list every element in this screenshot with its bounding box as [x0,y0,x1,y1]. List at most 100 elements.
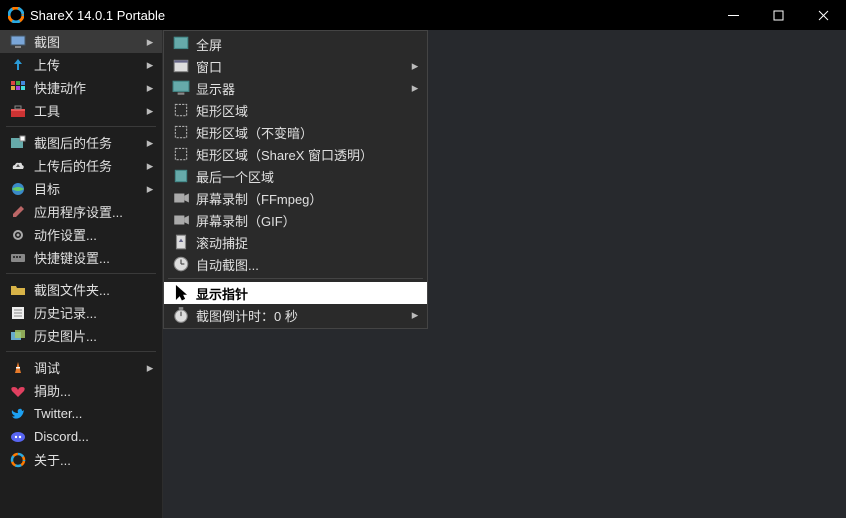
region-icon [172,102,190,118]
submenu-item-label: 截图倒计时：0 秒 [196,306,409,325]
capture-submenu: 全屏 窗口 ▸ 显示器 ▸ 矩形区域 矩形区域（不变暗） 矩形区域（ShareX… [163,30,428,329]
chevron-right-icon: ▸ [144,80,156,96]
submenu-item-countdown[interactable]: 截图倒计时：0 秒 ▸ [164,304,427,326]
task-image-icon [10,135,26,151]
submenu-item-region[interactable]: 矩形区域 [164,99,427,121]
submenu-item-label: 滚动捕捉 [196,233,421,252]
submenu-item-auto-capture[interactable]: 自动截图... [164,253,427,275]
twitter-icon [10,406,26,422]
sidebar-item-about[interactable]: 关于... [0,448,162,471]
chevron-right-icon: ▸ [409,58,421,74]
chevron-right-icon: ▸ [409,80,421,96]
submenu-item-screen-record-gif[interactable]: 屏幕录制（GIF） [164,209,427,231]
submenu-item-label: 矩形区域 [196,101,421,120]
sharex-mini-icon [10,452,26,468]
sidebar-item-label: 截图 [34,32,144,51]
sidebar-item-screenshots-folder[interactable]: 截图文件夹... [0,278,162,301]
sidebar-item-discord[interactable]: Discord... [0,425,162,448]
monitor-icon [10,34,26,50]
submenu-item-label: 显示器 [196,79,409,98]
submenu-item-last-region[interactable]: 最后一个区域 [164,165,427,187]
sidebar-item-hotkey-settings[interactable]: 快捷键设置... [0,246,162,269]
grid-icon [10,80,26,96]
timer-icon [172,307,190,323]
sidebar-item-label: 快捷动作 [34,78,144,97]
folder-image-icon [10,282,26,298]
sidebar-item-label: 历史记录... [34,303,156,322]
submenu-item-label: 屏幕录制（FFmpeg） [196,189,421,208]
submenu-item-window[interactable]: 窗口 ▸ [164,55,427,77]
submenu-item-show-cursor[interactable]: 显示指针 [164,282,427,304]
sidebar-item-debug[interactable]: 调试 ▸ [0,356,162,379]
record-icon [172,190,190,206]
submenu-item-fullscreen[interactable]: 全屏 [164,33,427,55]
submenu-item-label: 矩形区域（ShareX 窗口透明） [196,145,421,164]
globe-icon [10,181,26,197]
cursor-icon [172,285,190,301]
sidebar-item-donate[interactable]: 捐助... [0,379,162,402]
submenu-item-scrolling-capture[interactable]: 滚动捕捉 [164,231,427,253]
submenu-item-label: 矩形区域（不变暗） [196,123,421,142]
sidebar-item-label: Twitter... [34,406,156,421]
heart-icon [10,383,26,399]
sidebar-item-destinations[interactable]: 目标 ▸ [0,177,162,200]
list-icon [10,305,26,321]
window-title: ShareX 14.0.1 Portable [30,8,711,23]
sidebar-item-label: 动作设置... [34,225,156,244]
sidebar-item-after-upload[interactable]: 上传后的任务 ▸ [0,154,162,177]
sidebar-item-label: Discord... [34,429,156,444]
sidebar-item-label: 目标 [34,179,144,198]
sidebar-item-label: 调试 [34,358,144,377]
gear-icon [10,227,26,243]
submenu-item-monitor[interactable]: 显示器 ▸ [164,77,427,99]
sidebar-item-label: 上传后的任务 [34,156,144,175]
sidebar-item-label: 捐助... [34,381,156,400]
sidebar-item-after-capture[interactable]: 截图后的任务 ▸ [0,131,162,154]
toolbox-icon [10,103,26,119]
cone-icon [10,360,26,376]
sidebar-item-label: 截图文件夹... [34,280,156,299]
sidebar-item-label: 快捷键设置... [34,248,156,267]
maximize-button[interactable] [756,0,801,30]
submenu-item-region-transparent[interactable]: 矩形区域（ShareX 窗口透明） [164,143,427,165]
sidebar-item-history[interactable]: 历史记录... [0,301,162,324]
sidebar-item-app-settings[interactable]: 应用程序设置... [0,200,162,223]
monitor-icon [172,80,190,96]
sidebar-item-label: 上传 [34,55,144,74]
chevron-right-icon: ▸ [144,34,156,50]
cloud-up-icon [10,158,26,174]
discord-icon [10,429,26,445]
minimize-button[interactable] [711,0,756,30]
region-light-icon [172,124,190,140]
sidebar-item-label: 工具 [34,101,144,120]
chevron-right-icon: ▸ [144,158,156,174]
sidebar: 截图 ▸ 上传 ▸ 快捷动作 ▸ 工具 ▸ 截图后的任务 ▸ 上传后的任务 ▸ … [0,30,163,518]
sidebar-item-twitter[interactable]: Twitter... [0,402,162,425]
submenu-item-region-light[interactable]: 矩形区域（不变暗） [164,121,427,143]
sharex-logo-icon [8,7,24,23]
chevron-right-icon: ▸ [144,360,156,376]
close-button[interactable] [801,0,846,30]
sidebar-item-capture[interactable]: 截图 ▸ [0,30,162,53]
last-region-icon [172,168,190,184]
submenu-item-screen-record-ffmpeg[interactable]: 屏幕录制（FFmpeg） [164,187,427,209]
sidebar-item-workflows[interactable]: 快捷动作 ▸ [0,76,162,99]
sidebar-item-tools[interactable]: 工具 ▸ [0,99,162,122]
keyboard-icon [10,250,26,266]
separator [6,273,156,274]
sidebar-item-image-history[interactable]: 历史图片... [0,324,162,347]
submenu-item-label: 屏幕录制（GIF） [196,211,421,230]
sidebar-item-label: 截图后的任务 [34,133,144,152]
submenu-item-label: 自动截图... [196,255,421,274]
chevron-right-icon: ▸ [144,57,156,73]
window-icon [172,58,190,74]
record-gif-icon [172,212,190,228]
submenu-item-label: 全屏 [196,35,421,54]
separator [6,126,156,127]
chevron-right-icon: ▸ [144,135,156,151]
sidebar-item-task-settings[interactable]: 动作设置... [0,223,162,246]
upload-icon [10,57,26,73]
scroll-icon [172,234,190,250]
submenu-item-label: 最后一个区域 [196,167,421,186]
sidebar-item-upload[interactable]: 上传 ▸ [0,53,162,76]
